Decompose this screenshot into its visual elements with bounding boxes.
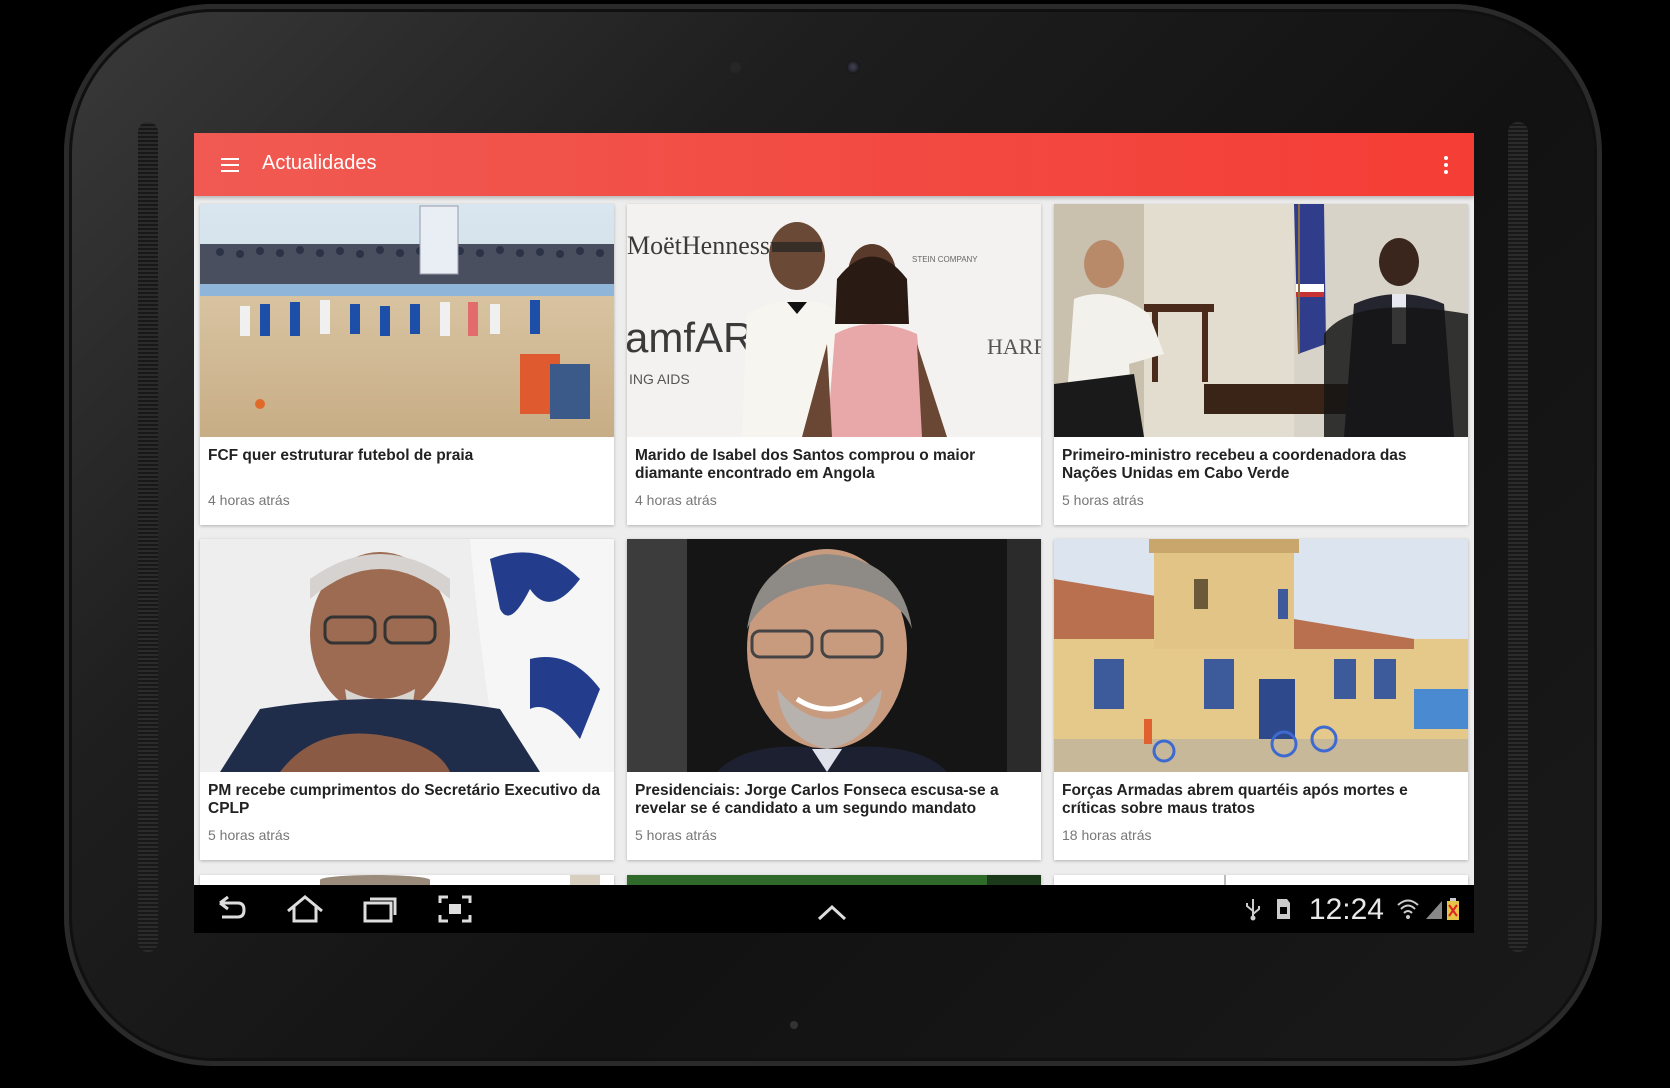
speaker-grille-right bbox=[1508, 122, 1528, 952]
article-card[interactable]: Presidenciais: Jorge Carlos Fonseca escu… bbox=[627, 539, 1041, 860]
article-headline: PM recebe cumprimentos do Secretário Exe… bbox=[208, 782, 600, 817]
article-card[interactable]: FCF quer estruturar futebol de praia 4 h… bbox=[200, 204, 614, 525]
article-time: 4 horas atrás bbox=[635, 492, 717, 508]
image-brand-text: STEIN COMPANY bbox=[912, 255, 978, 264]
overflow-icon[interactable] bbox=[1434, 145, 1458, 185]
article-time: 4 horas atrás bbox=[208, 492, 290, 508]
menu-icon[interactable] bbox=[210, 145, 250, 185]
expand-up-icon[interactable] bbox=[816, 897, 848, 929]
article-image bbox=[200, 204, 614, 437]
article-headline: Marido de Isabel dos Santos comprou o ma… bbox=[635, 447, 976, 482]
app-bar: Actualidades bbox=[194, 133, 1474, 196]
article-image bbox=[320, 875, 430, 885]
article-headline: Presidenciais: Jorge Carlos Fonseca escu… bbox=[635, 782, 999, 817]
battery-icon bbox=[1447, 898, 1459, 920]
status-clock: 12:24 bbox=[1308, 893, 1384, 926]
signal-icon bbox=[1426, 901, 1442, 919]
image-brand-text: HARR bbox=[987, 334, 1041, 359]
article-card[interactable]: MoëtHennessy amfAR ING AIDS HARR STEIN C… bbox=[627, 204, 1041, 525]
home-icon[interactable] bbox=[286, 893, 324, 925]
screen: Actualidades FCF quer estruturar futebol… bbox=[194, 133, 1474, 933]
article-time: 5 horas atrás bbox=[208, 827, 290, 843]
app-title: Actualidades bbox=[262, 152, 377, 174]
article-image bbox=[627, 539, 1041, 772]
recents-icon[interactable] bbox=[362, 893, 398, 925]
article-headline: Forças Armadas abrem quartéis após morte… bbox=[1062, 782, 1408, 817]
screenshot-icon[interactable] bbox=[438, 893, 472, 925]
article-card[interactable]: PM recebe cumprimentos do Secretário Exe… bbox=[200, 539, 614, 860]
article-headline: Primeiro-ministro recebeu a coordenadora… bbox=[1062, 447, 1407, 482]
article-time: 5 horas atrás bbox=[635, 827, 717, 843]
article-card[interactable]: Primeiro-ministro recebeu a coordenadora… bbox=[1054, 204, 1468, 525]
image-brand-text: ING AIDS bbox=[629, 371, 690, 387]
sd-card-icon bbox=[1277, 899, 1290, 919]
system-navigation-bar: 12:24 bbox=[194, 885, 1474, 933]
article-image bbox=[627, 875, 987, 885]
notification-led bbox=[790, 1021, 798, 1029]
image-brand-text: MoëtHennessy bbox=[627, 231, 783, 260]
article-image: MoëtHennessy amfAR ING AIDS HARR STEIN C… bbox=[627, 204, 1041, 437]
article-time: 18 horas atrás bbox=[1062, 827, 1152, 843]
article-image bbox=[200, 539, 614, 772]
article-card[interactable]: Forças Armadas abrem quartéis após morte… bbox=[1054, 539, 1468, 860]
light-sensor bbox=[730, 62, 741, 73]
article-image bbox=[1224, 875, 1226, 885]
article-image bbox=[1054, 204, 1468, 437]
wifi-icon bbox=[1397, 899, 1419, 919]
front-camera bbox=[846, 60, 860, 74]
back-icon[interactable] bbox=[214, 893, 248, 925]
speaker-grille-left bbox=[138, 122, 158, 952]
article-image bbox=[570, 875, 600, 885]
article-headline: FCF quer estruturar futebol de praia bbox=[208, 447, 474, 464]
usb-icon bbox=[1246, 899, 1260, 921]
image-brand-text: amfAR bbox=[627, 314, 753, 361]
article-image bbox=[1054, 539, 1468, 772]
article-time: 5 horas atrás bbox=[1062, 492, 1144, 508]
